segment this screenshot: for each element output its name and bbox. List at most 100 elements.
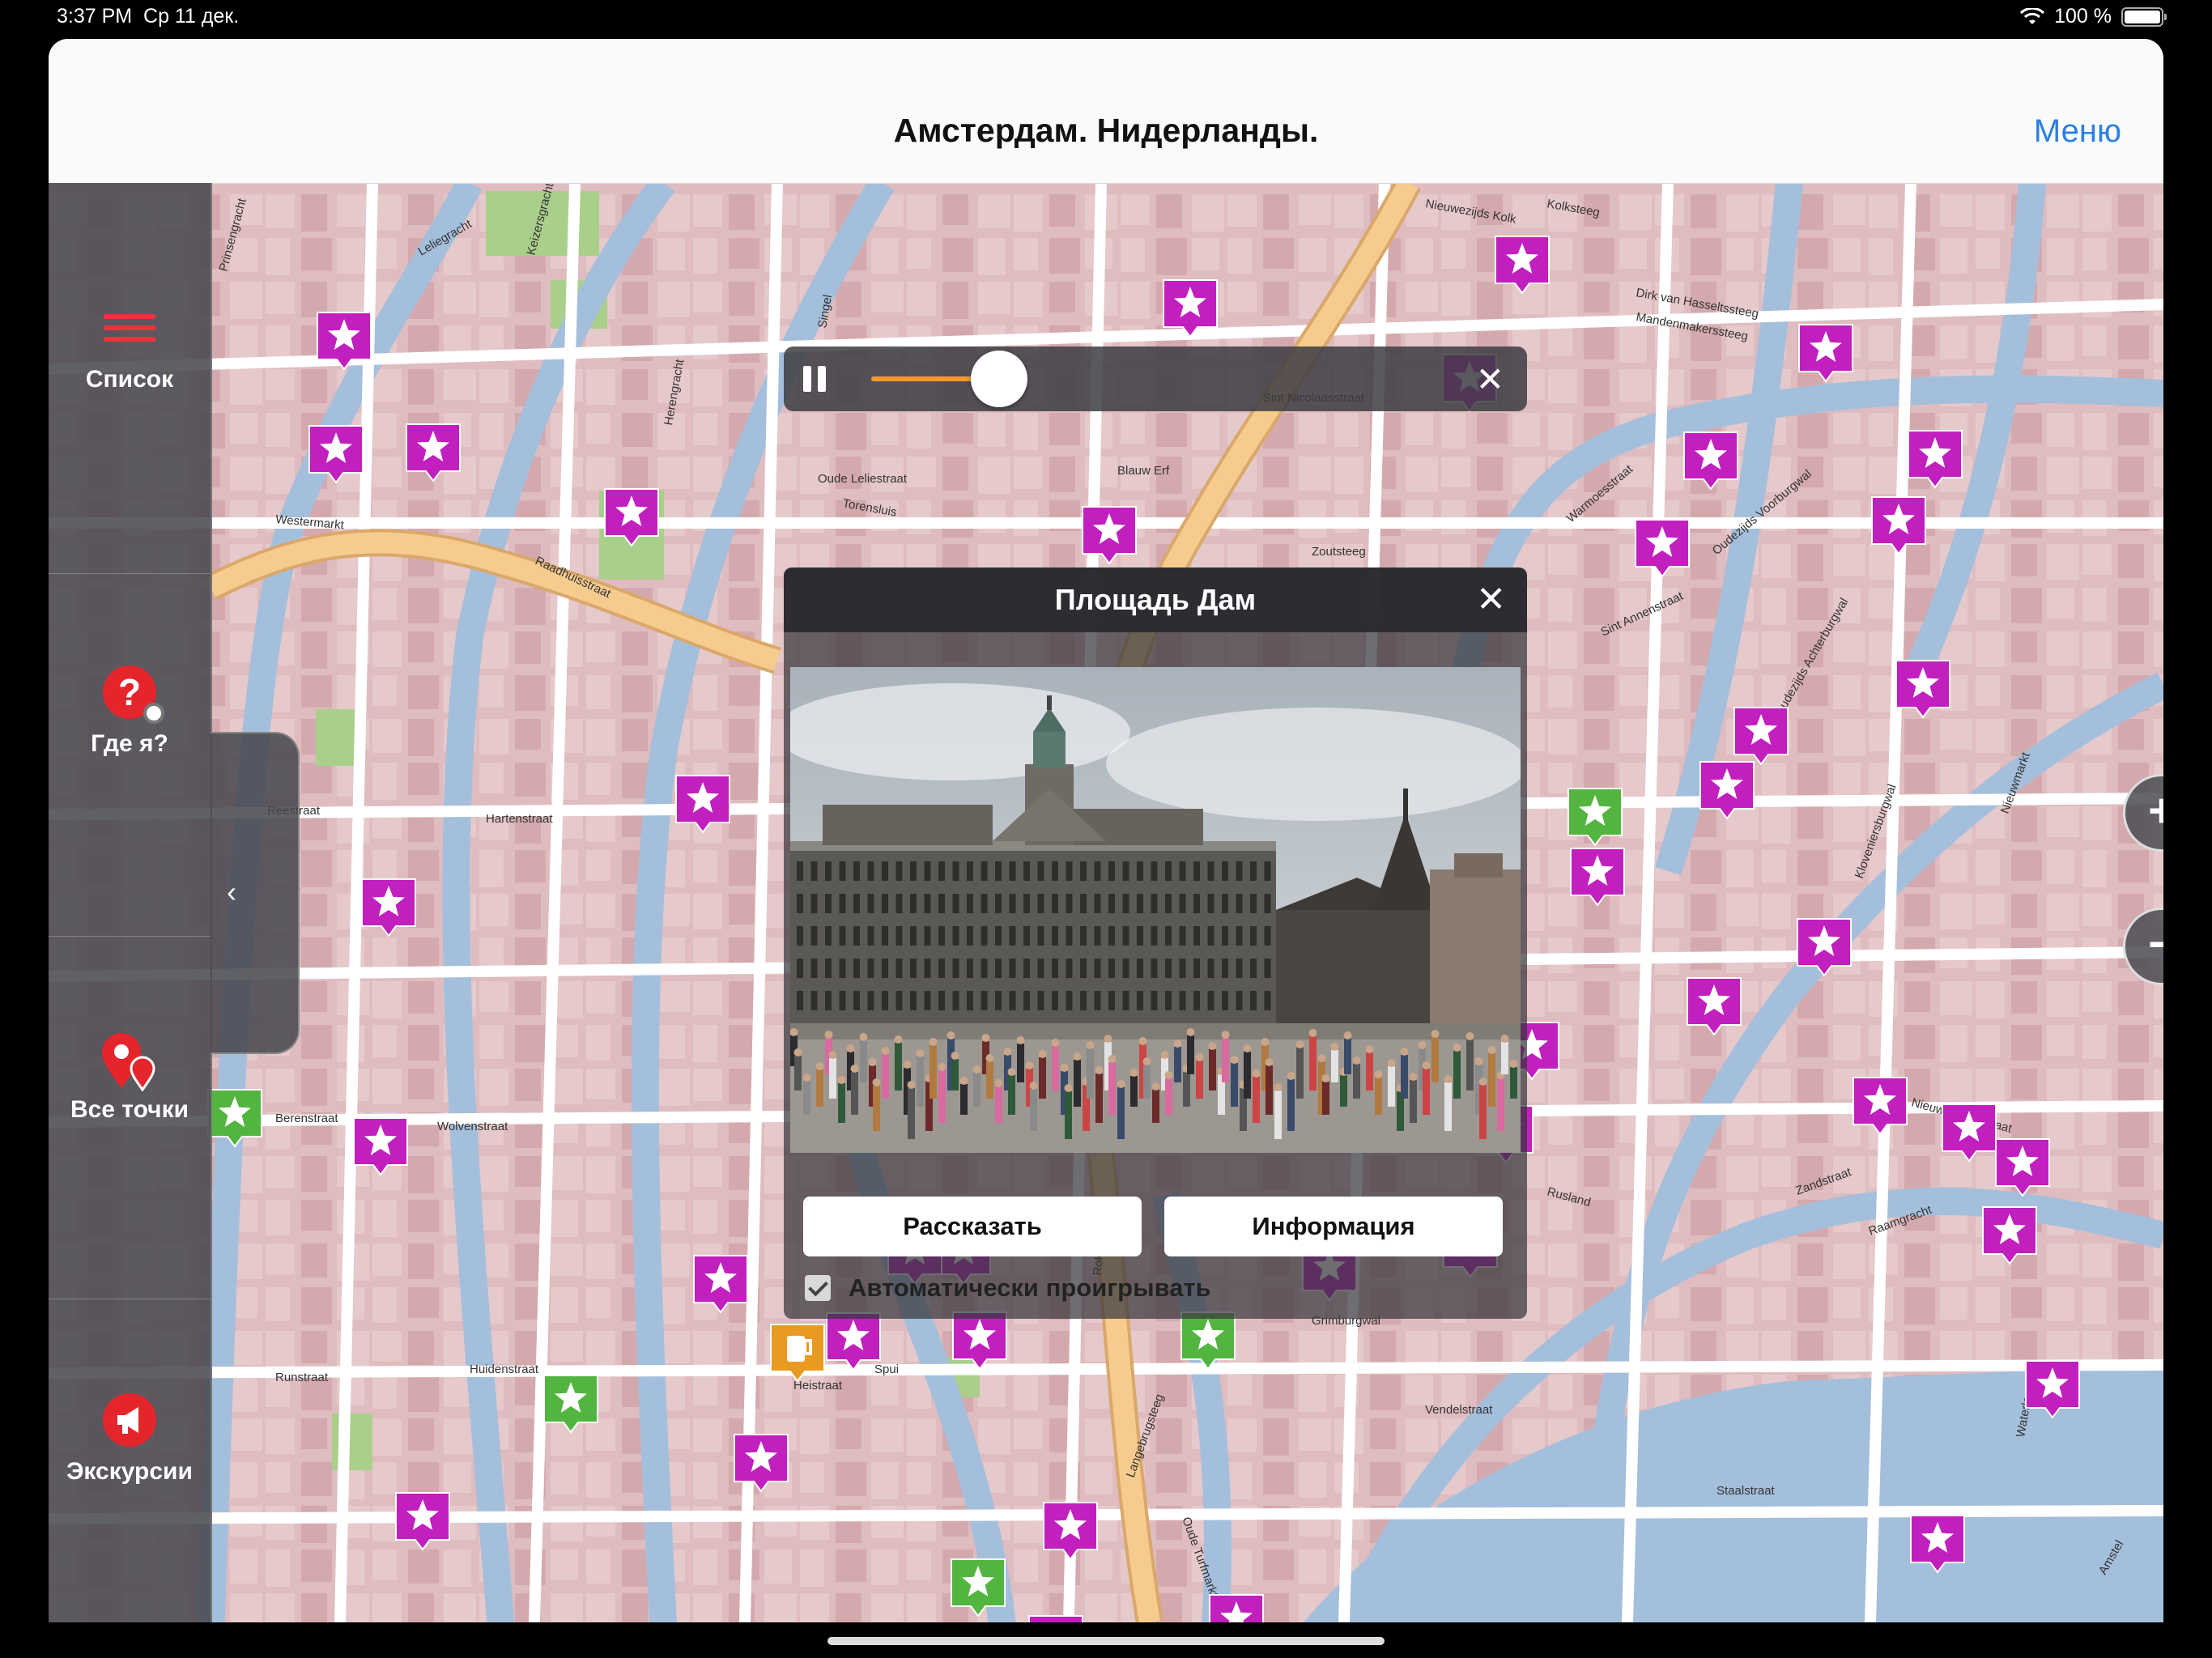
pause-button[interactable]	[803, 366, 827, 392]
map-building	[372, 1418, 402, 1456]
sidebar-item-where-am-i[interactable]: ? Где я?	[49, 665, 211, 758]
map-building	[266, 1593, 295, 1622]
map-building	[551, 1244, 583, 1276]
palace-window	[1165, 959, 1172, 978]
crowd-person-head	[938, 1063, 946, 1071]
map-street-label: Oude Leliestraat	[818, 472, 908, 486]
map-building	[1762, 1069, 1791, 1101]
map-building	[444, 1375, 471, 1407]
place-popup: Площадь Дам ✕ Рассказать Информация Авто…	[784, 568, 1527, 1319]
autoplay-row[interactable]: Автоматически проигрывать	[805, 1273, 1211, 1303]
palace-window	[981, 926, 988, 946]
map-building	[800, 413, 824, 447]
audio-progress-thumb[interactable]	[971, 351, 1028, 407]
player-close-button[interactable]: ✕	[1476, 359, 1504, 399]
map-building	[515, 850, 546, 882]
map-building	[1976, 981, 2005, 1018]
map-building	[301, 369, 327, 403]
palace-window	[938, 959, 945, 978]
tell-button[interactable]: Рассказать	[803, 1197, 1142, 1256]
map-building	[1691, 588, 1721, 619]
crowd-person-head	[1221, 1031, 1230, 1039]
map-building	[1797, 238, 1828, 269]
palace-window	[1052, 926, 1058, 946]
sidebar-item-all-points[interactable]: Все точки	[49, 1031, 211, 1124]
home-indicator[interactable]	[827, 1637, 1385, 1645]
sidebar-item-label: Все точки	[70, 1096, 189, 1123]
palace-window	[1080, 894, 1087, 913]
popup-close-button[interactable]: ✕	[1476, 579, 1506, 620]
map-building	[1121, 413, 1145, 444]
crowd-person	[1165, 1078, 1172, 1115]
crowd-person-head	[881, 1047, 890, 1055]
map-building	[2082, 1069, 2112, 1106]
crowd-person	[960, 1084, 968, 1115]
map-building	[551, 1593, 583, 1622]
palace-window	[867, 926, 874, 946]
palace-window	[1236, 894, 1243, 913]
map-building	[515, 1244, 541, 1281]
plus-icon: +	[2148, 784, 2163, 837]
crowd-person	[1253, 1077, 1260, 1123]
map-marker-star[interactable]	[1028, 1615, 1083, 1622]
map-building	[1227, 1462, 1252, 1499]
menu-button[interactable]: Меню	[2034, 113, 2121, 150]
map-building	[1762, 1287, 1786, 1320]
sidebar-divider	[49, 936, 211, 937]
palace-window	[839, 959, 846, 978]
crowd-person-head	[1025, 1061, 1034, 1069]
map-street-label: Zoutsteeg	[1312, 545, 1366, 559]
status-time-text: 3:37 PM	[57, 5, 133, 28]
map-building	[551, 1550, 578, 1580]
palace-window	[1108, 861, 1115, 881]
map-building	[1976, 238, 2000, 269]
map-building	[301, 1462, 332, 1496]
map-building	[1904, 544, 1930, 575]
map-marker-star[interactable]	[1209, 1594, 1264, 1622]
palace-window	[1066, 959, 1073, 978]
map-building	[230, 369, 262, 405]
map-building	[1049, 282, 1075, 312]
autoplay-checkbox[interactable]	[805, 1275, 831, 1301]
map-building	[1691, 1200, 1721, 1235]
sidebar-item-list[interactable]: Список	[49, 314, 211, 393]
info-button[interactable]: Информация	[1164, 1197, 1503, 1256]
map-building	[586, 457, 615, 491]
map-building	[1548, 325, 1572, 356]
map-building	[2011, 631, 2037, 662]
map-building	[1691, 369, 1716, 400]
map-building	[2047, 675, 2074, 712]
sidebar-item-tours[interactable]: Экскурсии	[49, 1393, 211, 1486]
map-building	[586, 675, 610, 709]
status-date: Ср 11 дек.	[143, 5, 240, 28]
palace-window	[810, 991, 818, 1010]
map-building	[1833, 981, 1865, 1014]
pause-icon	[803, 366, 811, 392]
map-building	[372, 369, 402, 402]
palace-window	[1207, 861, 1214, 881]
palace-window	[1052, 861, 1058, 881]
map-building	[1797, 544, 1823, 581]
map-building	[1334, 194, 1363, 228]
palace-window	[1179, 959, 1186, 978]
crowd-person	[995, 1086, 1002, 1123]
map-building	[1833, 1244, 1865, 1279]
map-building	[1940, 1069, 1972, 1101]
palace-window	[1236, 959, 1243, 978]
map-building	[1477, 413, 1508, 444]
crowd-person-head	[1029, 1082, 1038, 1090]
palace-window	[853, 991, 860, 1010]
map-building	[1619, 369, 1652, 402]
crowd-person	[1108, 1062, 1116, 1115]
map-building	[515, 937, 546, 968]
map-building	[764, 1593, 797, 1622]
map-building	[1014, 194, 1043, 232]
palace-window	[910, 926, 917, 946]
map-street-label: Wolvenstraat	[437, 1120, 508, 1133]
map-building	[1584, 675, 1614, 711]
map-street-label: Heistraat	[793, 1379, 843, 1392]
palace-window	[882, 894, 888, 913]
sidebar-collapse-handle[interactable]: ‹	[211, 732, 300, 1054]
map-building	[1797, 763, 1828, 800]
palace-window	[1023, 991, 1030, 1010]
